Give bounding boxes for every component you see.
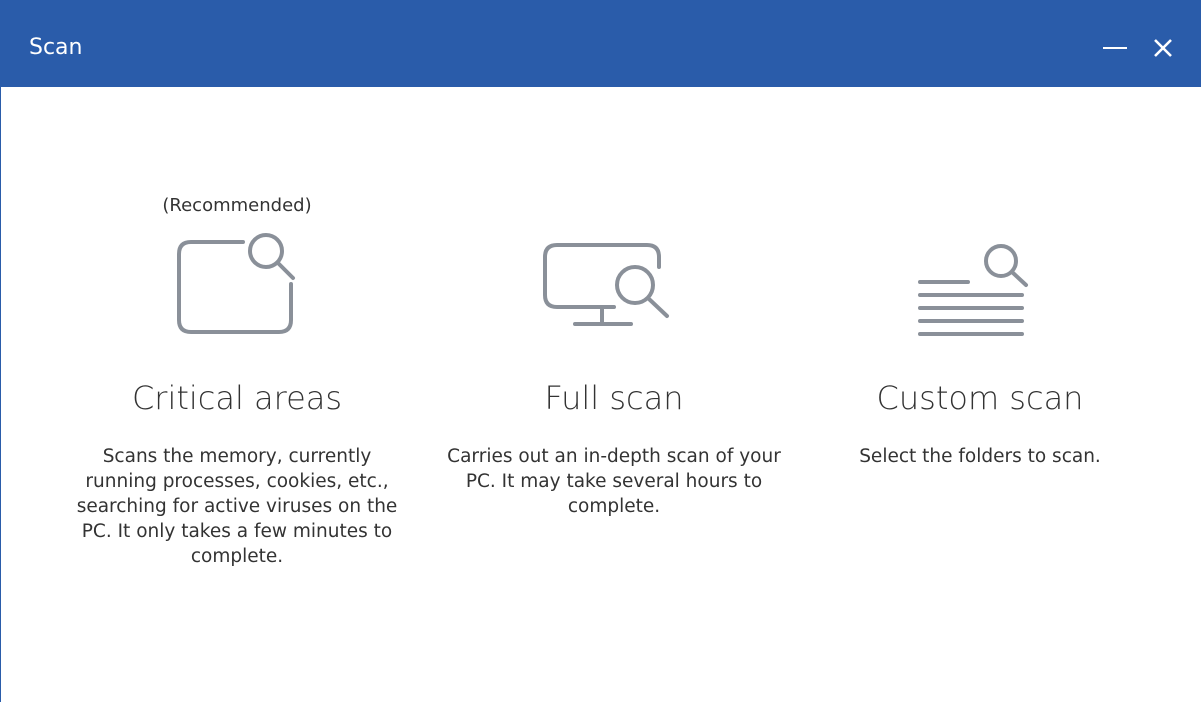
critical-areas-option[interactable]: (Recommended) Critical areas Scans the m… [47, 87, 427, 607]
recommended-label: (Recommended) [162, 195, 312, 216]
critical-areas-description: Scans the memory, currently running proc… [76, 446, 398, 567]
minimize-icon [1103, 47, 1127, 49]
window-title: Scan [29, 35, 83, 60]
close-button[interactable] [1143, 23, 1183, 73]
scan-window: Scan (Recommended) Critical areas Scans … [0, 0, 1201, 702]
full-scan-title: Full scan [544, 379, 684, 417]
full-scan-description: Carries out an in-depth scan of your PC.… [447, 446, 781, 517]
scan-options: (Recommended) Critical areas Scans the m… [1, 87, 1201, 702]
list-search-icon [918, 244, 1028, 336]
monitor-search-icon [543, 243, 669, 326]
minimize-button[interactable] [1095, 23, 1135, 73]
full-scan-option[interactable]: Full scan Carries out an in-depth scan o… [424, 87, 804, 607]
custom-scan-option[interactable]: Custom scan Select the folders to scan. [790, 87, 1170, 607]
close-icon [1154, 39, 1172, 57]
custom-scan-title: Custom scan [876, 379, 1084, 417]
critical-areas-title: Critical areas [131, 379, 343, 417]
folder-search-icon [177, 233, 295, 334]
custom-scan-description: Select the folders to scan. [859, 446, 1101, 467]
title-bar: Scan [1, 0, 1201, 87]
